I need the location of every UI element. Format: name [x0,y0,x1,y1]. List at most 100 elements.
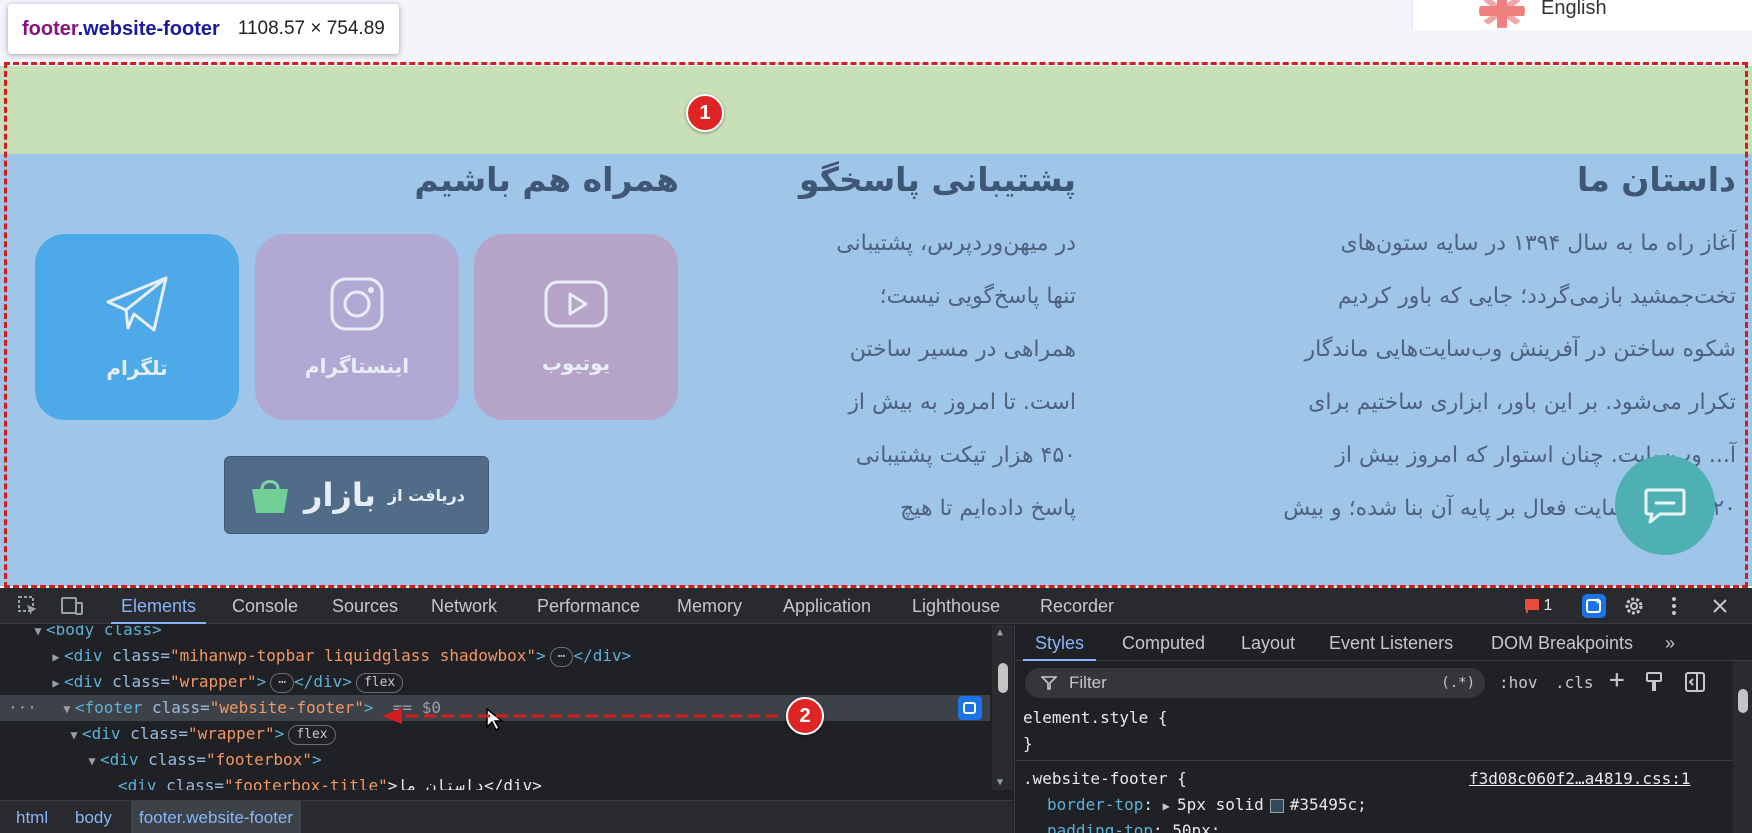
issues-flag-icon [1524,599,1539,613]
issues-button[interactable]: 1 [1518,594,1558,618]
youtube-label: یوتیوب [541,351,611,375]
css-val: #35495c; [1289,795,1367,814]
story-line: آغاز راه ما به سال ۱۳۹۴ در سایه ستون‌های [1340,231,1736,256]
regex-toggle[interactable]: (.*) [1441,668,1475,698]
shopping-bag-icon [252,480,289,513]
add-rule-icon[interactable]: + [1609,665,1625,695]
css-prop: padding-top [1047,821,1153,833]
social-title: همراه هم باشیم [414,160,679,199]
breadcrumb-footer[interactable]: footer.website-footer [131,801,302,833]
dom-tag: > [363,698,374,717]
breadcrumb-body[interactable]: body [67,801,120,833]
support-line: تنها پاسخ‌گویی نیست؛ [879,284,1076,309]
support-line: است. تا امروز به بیش از [848,390,1076,415]
dom-node-wrapper[interactable]: ▶ <div class="wrapper"> ⋯ </div> flex [0,669,990,695]
bazaar-brand-label: بازار [304,476,377,514]
flex-badge[interactable]: flex [355,672,404,693]
website-footer-rule[interactable]: .website-footer { [1023,766,1187,792]
inspect-element-icon[interactable] [16,594,40,618]
support-title: پشتیبانی پاسخگو [799,160,1076,199]
stylesheet-source-link[interactable]: f3d08c060f2…a4819.css:1 [1469,766,1691,792]
chat-icon [1644,488,1686,524]
tab-computed[interactable]: Computed [1122,625,1205,661]
flex-badge[interactable]: flex [288,724,336,745]
support-line: همراهی در مسیر ساختن [849,337,1076,362]
tab-console[interactable]: Console [232,588,298,624]
telegram-button[interactable]: تلگرام [35,234,239,420]
color-swatch[interactable] [1269,798,1284,813]
telegram-label: تلگرام [106,356,168,380]
instagram-button[interactable]: اینستاگرام [255,234,459,420]
bazaar-download-button[interactable]: دریافت از بازار [224,456,489,534]
elements-scrollbar[interactable]: ▲ ▼ [992,625,1013,790]
support-line: پاسخ داده‌ایم تا هیچ [900,496,1076,521]
scroll-up-icon[interactable]: ▲ [997,627,1003,638]
css-declaration-padding-top[interactable]: padding-top: 50px; [1047,818,1220,833]
issues-count: 1 [1543,597,1553,614]
dom-tag: <footer [74,698,152,717]
toggle-sidebar-icon[interactable] [1685,672,1705,696]
footer-padding-highlight [0,66,1752,154]
rule-divider [1015,760,1740,761]
language-label[interactable]: English [1541,0,1607,20]
dom-val: "mihanwp-topbar liquidglass shadowbox" [169,646,537,665]
close-devtools-icon[interactable] [1708,594,1732,618]
instagram-label: اینستاگرام [304,354,410,378]
dom-text: >داستان ما</div> [387,776,542,790]
hov-toggle[interactable]: :hov [1499,668,1538,698]
dom-node-footerbox-title[interactable]: <div class="footerbox-title">داستان ما</… [0,773,990,790]
dom-node-topbar[interactable]: ▶ <div class="mihanwp-topbar liquidglass … [0,643,990,669]
expand-ellipsis[interactable]: ⋯ [270,672,295,693]
devtools-toolbar: Elements Console Sources Network Perform… [0,588,1752,624]
paint-brush-icon[interactable] [1645,672,1663,696]
more-tabs-icon[interactable]: » [1665,625,1675,661]
dom-node-body[interactable]: ▼ <body class> [0,625,990,643]
more-options-icon[interactable] [1662,594,1686,618]
footer-content-highlight: داستان ما آغاز راه ما به سال ۱۳۹۴ در سای… [0,154,1752,586]
youtube-button[interactable]: یوتیوب [474,234,678,420]
language-switcher[interactable]: English [1412,0,1752,30]
dom-tag: <div [64,646,113,665]
annotation-badge-1: 1 [686,94,724,132]
devtools-panel: Elements Console Sources Network Perform… [0,588,1752,833]
dom-body-text: <body class> [46,625,162,639]
tab-performance[interactable]: Performance [537,588,640,624]
tab-network[interactable]: Network [431,588,497,624]
support-line: در میهن‌وردپرس، پشتیبانی [836,231,1076,256]
tab-styles[interactable]: Styles [1022,625,1097,661]
styles-scrollbar[interactable] [1733,661,1752,833]
tab-event-listeners[interactable]: Event Listeners [1329,625,1453,661]
css-declaration-border-top[interactable]: border-top: ▶ 5px solid #35495c; [1047,792,1367,819]
styles-filter-input[interactable]: Filter (.*) [1025,668,1485,698]
story-title: داستان ما [1576,160,1736,199]
tab-lighthouse[interactable]: Lighthouse [912,588,1000,624]
css-prop: border-top [1047,795,1144,814]
scroll-thumb[interactable] [998,663,1008,693]
tab-dom-breakpoints[interactable]: DOM Breakpoints [1491,625,1633,661]
tab-application[interactable]: Application [783,588,871,624]
tab-recorder[interactable]: Recorder [1040,588,1114,624]
chat-widget-button[interactable] [1615,455,1715,555]
settings-gear-icon[interactable] [1622,594,1646,618]
css-val: 5px solid [1177,795,1264,814]
tooltip-size: 1108.57 × 754.89 [237,18,385,39]
tooltip-selector: footer.website-footer [22,18,220,41]
tab-sources[interactable]: Sources [332,588,398,624]
tab-layout[interactable]: Layout [1241,625,1295,661]
ai-node-icon[interactable] [958,696,982,720]
website-footer: داستان ما آغاز راه ما به سال ۱۳۹۴ در سای… [0,66,1752,586]
device-toolbar-icon[interactable] [60,594,84,618]
dom-val: "footerbox-title" [223,776,388,790]
expand-ellipsis[interactable]: ⋯ [549,646,574,667]
tab-elements[interactable]: Elements [110,588,207,624]
element-style-rule[interactable]: element.style { [1023,705,1168,731]
scroll-down-icon[interactable]: ▼ [997,777,1003,788]
dom-node-footerbox[interactable]: ▼ <div class="footerbox"> [0,747,990,773]
ai-assistant-icon[interactable] [1582,594,1606,618]
bazaar-small-label: دریافت از [387,485,465,505]
cls-toggle[interactable]: .cls [1555,668,1594,698]
tab-memory[interactable]: Memory [677,588,742,624]
styles-scroll-thumb[interactable] [1738,689,1748,713]
breadcrumb-html[interactable]: html [8,801,56,833]
dom-val: "wrapper" [187,724,275,743]
